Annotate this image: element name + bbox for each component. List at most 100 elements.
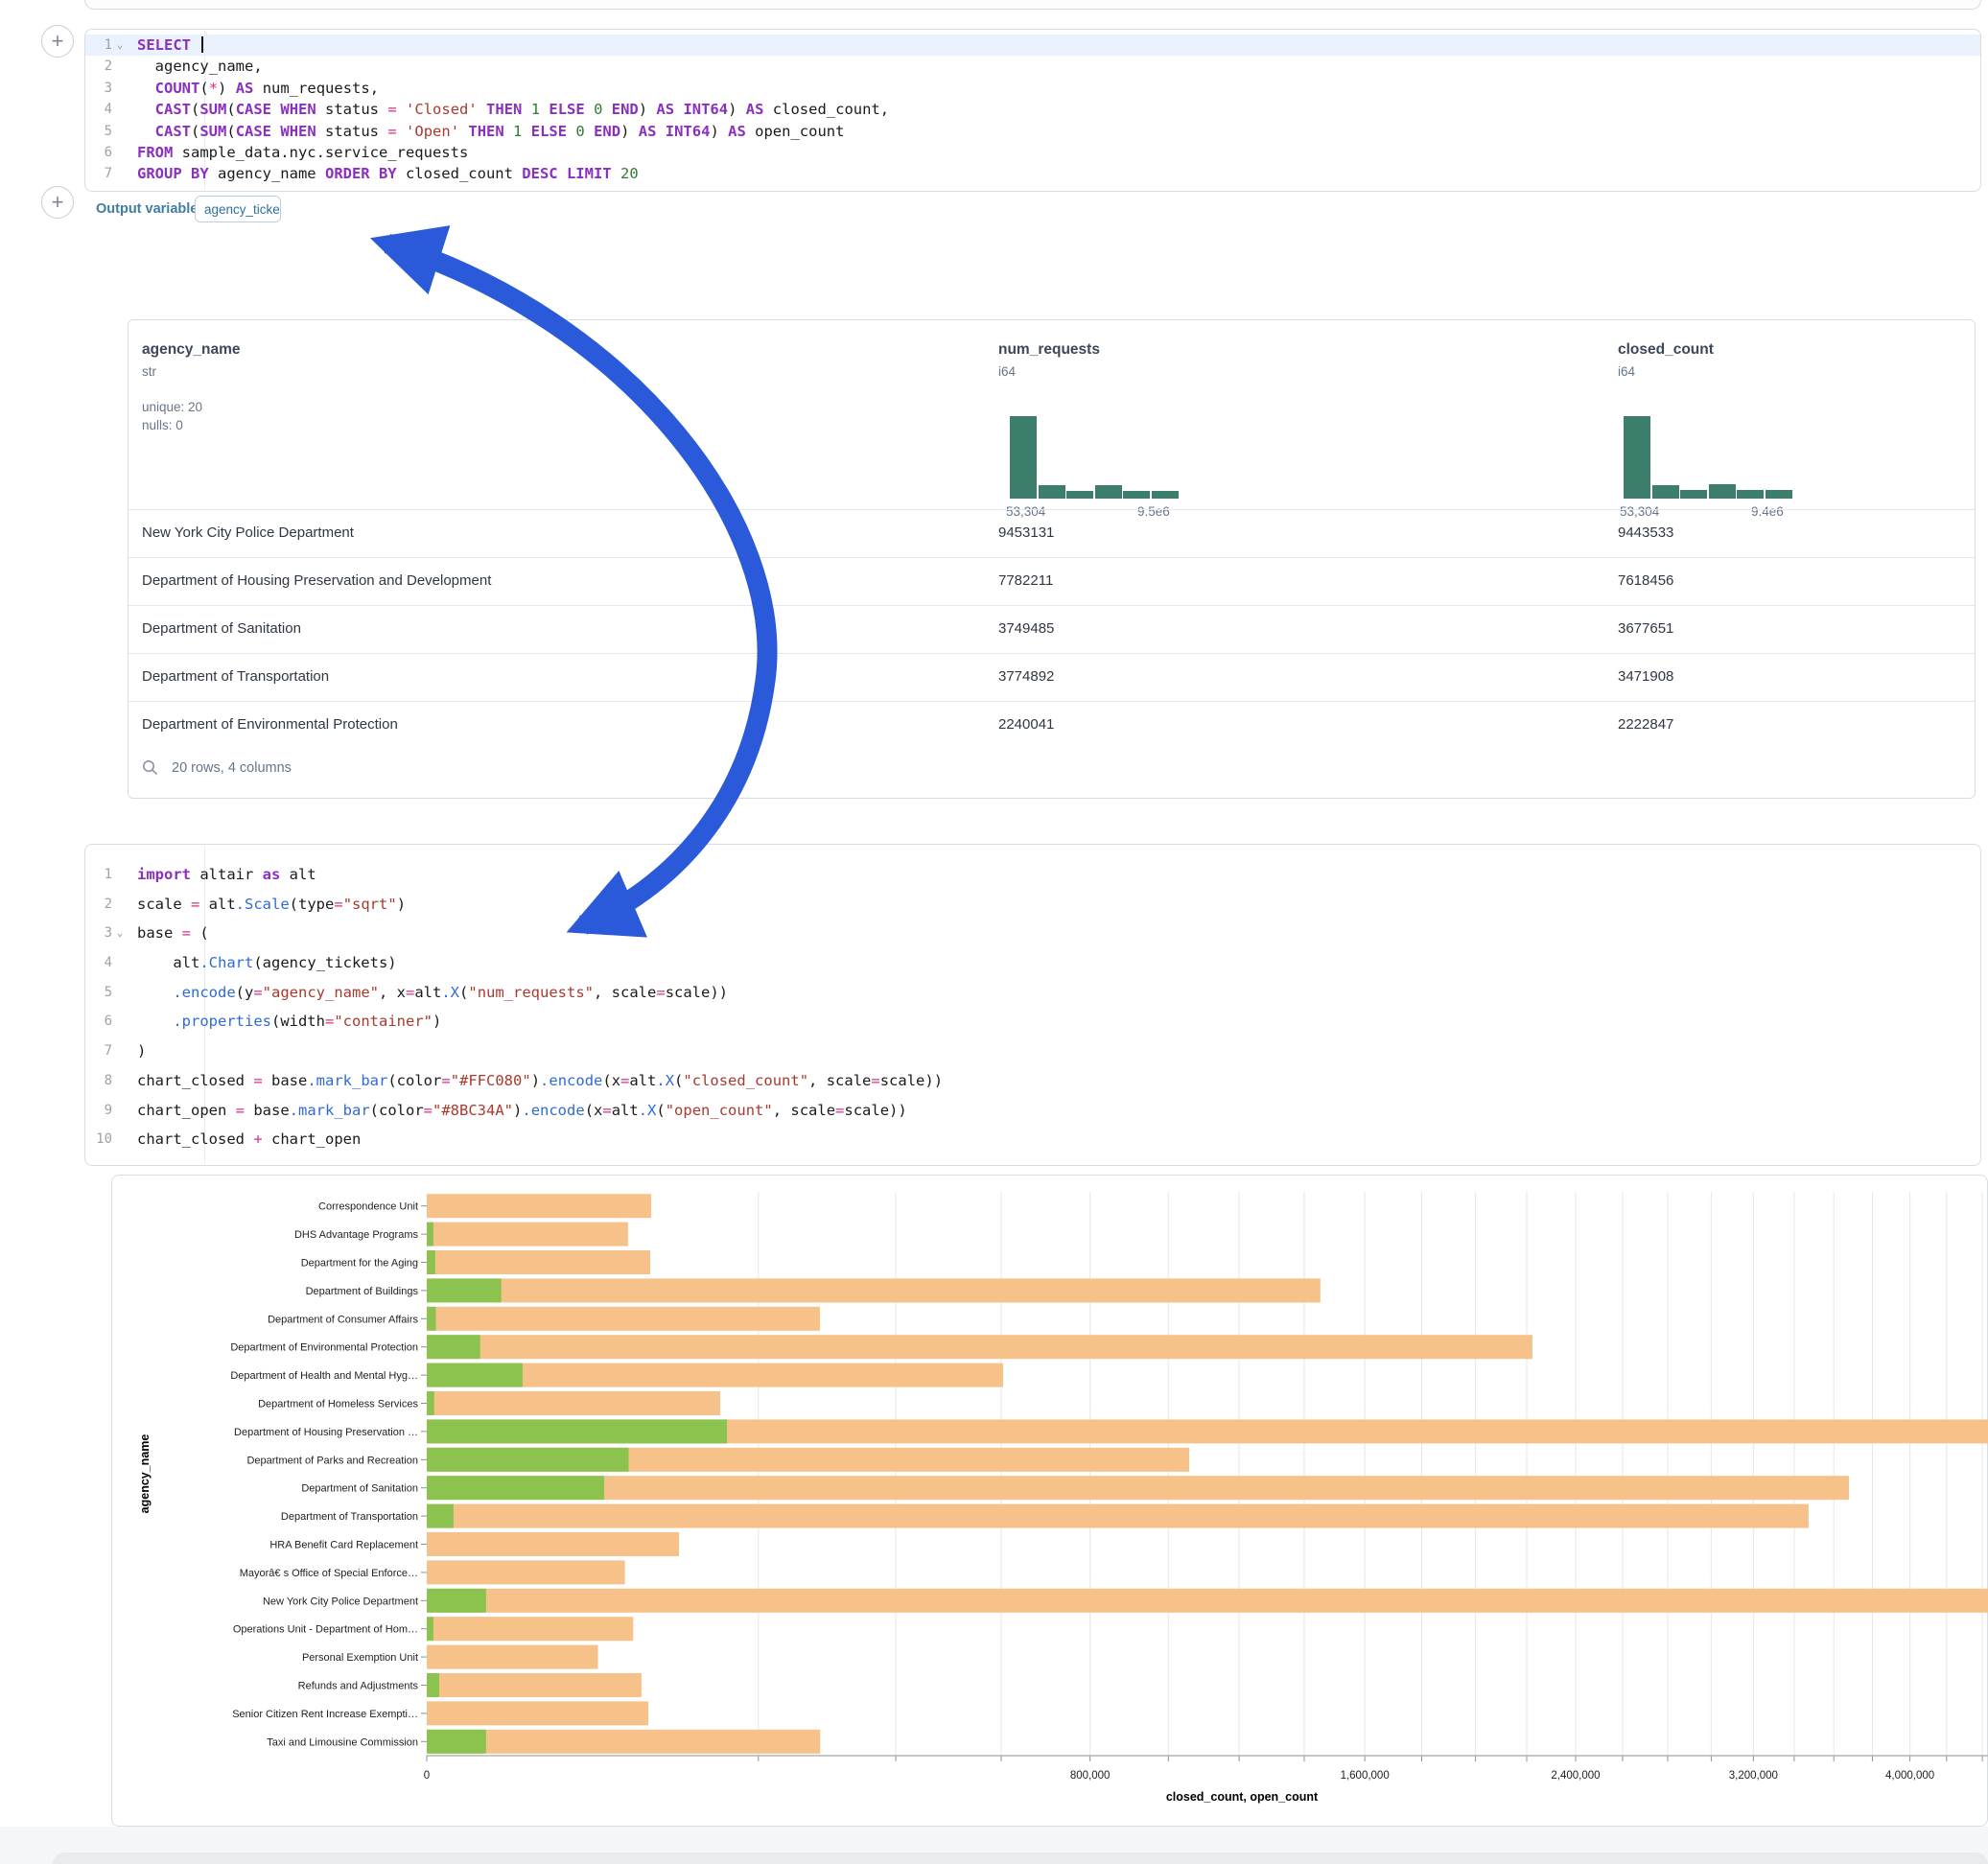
cell-agency-name: Department of Housing Preservation and D…: [142, 572, 491, 589]
code-text: COUNT(*) AS num_requests,: [128, 78, 1980, 99]
line-number: 7: [85, 1037, 112, 1066]
cell-agency-name: Department of Transportation: [142, 668, 329, 685]
code-text: GROUP BY agency_name ORDER BY closed_cou…: [128, 163, 1980, 184]
next-cell-edge: [53, 1852, 1988, 1864]
histogram-bar: [1766, 490, 1792, 499]
sql-line-1[interactable]: 1⌄SELECT: [85, 35, 1980, 56]
cell-closed-count: 9443533: [1618, 524, 1673, 541]
table-row: Department of Environmental Protection 22…: [129, 701, 1975, 749]
fold-spacer: [112, 860, 128, 890]
sql-line-4[interactable]: 4 CAST(SUM(CASE WHEN status = 'Closed' T…: [85, 99, 1980, 120]
column-type: str: [142, 364, 813, 379]
cell-closed-count: 2222847: [1618, 716, 1673, 733]
fold-spacer: [112, 1125, 128, 1154]
output-variable-label: Output variable:: [96, 201, 202, 217]
line-number: 3: [85, 919, 112, 948]
histogram-bar: [1737, 490, 1764, 499]
code-text: .properties(width="container"): [128, 1007, 1980, 1037]
cell-closed-count: 3677651: [1618, 620, 1673, 637]
output-variable-bar: Output variable: agency_tickets: [84, 192, 1981, 234]
table-footer: 20 rows, 4 columns: [142, 759, 292, 788]
fold-spacer: [112, 1096, 128, 1126]
python-line-9[interactable]: 9 chart_open = base.mark_bar(color="#8BC3…: [85, 1096, 1980, 1126]
cell-agency-name: New York City Police Department: [142, 524, 354, 541]
python-cell[interactable]: 1import altair as alt2scale = alt.Scale(…: [84, 844, 1981, 1166]
row-count-label: 20 rows, 4 columns: [172, 760, 292, 776]
python-line-7[interactable]: 7): [85, 1037, 1980, 1066]
fold-chevron-icon[interactable]: ⌄: [112, 35, 128, 56]
sql-line-7[interactable]: 7GROUP BY agency_name ORDER BY closed_co…: [85, 163, 1980, 184]
fold-spacer: [112, 163, 128, 184]
code-text: alt.Chart(agency_tickets): [128, 948, 1980, 978]
fold-spacer: [112, 56, 128, 77]
code-text: chart_closed + chart_open: [128, 1125, 1980, 1154]
histogram-bar: [1624, 416, 1650, 499]
python-line-4[interactable]: 4 alt.Chart(agency_tickets): [85, 948, 1980, 978]
code-text: agency_name,: [128, 56, 1980, 77]
table-rows: New York City Police Department 9453131 94…: [129, 509, 1975, 749]
sql-line-6[interactable]: 6 FROM sample_data.nyc.service_requests: [85, 142, 1980, 163]
code-text: SELECT: [128, 35, 1980, 56]
sql-line-2[interactable]: 2 agency_name,: [85, 56, 1980, 77]
line-number: 5: [85, 121, 112, 142]
add-cell-button-output[interactable]: +: [41, 186, 74, 219]
cell-num-requests: 9453131: [998, 524, 1054, 541]
cell-num-requests: 3774892: [998, 668, 1054, 685]
code-text: CAST(SUM(CASE WHEN status = 'Closed' THE…: [128, 99, 1980, 120]
code-text: .encode(y="agency_name", x=alt.X("num_re…: [128, 978, 1980, 1008]
code-text: CAST(SUM(CASE WHEN status = 'Open' THEN …: [128, 121, 1980, 142]
column-header-num-requests[interactable]: num_requests i64 53,304 9.5e6: [998, 320, 1382, 379]
cell-num-requests: 2240041: [998, 716, 1054, 733]
fold-spacer: [112, 121, 128, 142]
line-number: 5: [85, 978, 112, 1008]
python-line-8[interactable]: 8chart_closed = base.mark_bar(color="#FF…: [85, 1066, 1980, 1096]
python-line-10[interactable]: 10 chart_closed + chart_open: [85, 1125, 1980, 1154]
table-row: Department of Sanitation 3749485 3677651: [129, 605, 1975, 653]
python-line-2[interactable]: 2scale = alt.Scale(type="sqrt"): [85, 890, 1980, 920]
column-unique-stat: unique: 20: [142, 400, 813, 414]
fold-spacer: [112, 978, 128, 1008]
fold-spacer: [112, 78, 128, 99]
python-line-3[interactable]: 3⌄base = (: [85, 919, 1980, 948]
previous-cell-edge: [84, 0, 1981, 10]
cell-num-requests: 3749485: [998, 620, 1054, 637]
text-cursor: [201, 36, 203, 53]
closed-count-histogram: 53,304 9.4e6: [1624, 416, 1801, 499]
line-number: 8: [85, 1066, 112, 1096]
column-title: num_requests: [998, 341, 1382, 359]
sql-line-5[interactable]: 5 CAST(SUM(CASE WHEN status = 'Open' THE…: [85, 121, 1980, 142]
sql-line-3[interactable]: 3 COUNT(*) AS num_requests,: [85, 78, 1980, 99]
add-cell-button-top[interactable]: +: [41, 25, 74, 58]
line-number: 3: [85, 78, 112, 99]
column-header-agency-name[interactable]: agency_name str unique: 20 nulls: 0: [142, 320, 813, 432]
line-number: 2: [85, 56, 112, 77]
cell-num-requests: 7782211: [998, 572, 1053, 589]
fold-spacer: [112, 890, 128, 920]
python-line-1[interactable]: 1import altair as alt: [85, 860, 1980, 890]
code-text: ): [128, 1037, 1980, 1066]
cell-agency-name: Department of Sanitation: [142, 620, 301, 637]
python-line-5[interactable]: 5 .encode(y="agency_name", x=alt.X("num_…: [85, 978, 1980, 1008]
column-nulls-stat: nulls: 0: [142, 418, 813, 432]
histogram-bar: [1680, 490, 1707, 499]
code-text: chart_open = base.mark_bar(color="#8BC34…: [128, 1096, 1980, 1126]
fold-spacer: [112, 1007, 128, 1037]
line-number: 2: [85, 890, 112, 920]
sql-cell[interactable]: 1⌄SELECT 2 agency_name,3 COUNT(*) AS num…: [84, 29, 1981, 192]
column-title: agency_name: [142, 341, 813, 359]
line-number: 9: [85, 1096, 112, 1126]
code-text: FROM sample_data.nyc.service_requests: [128, 142, 1980, 163]
histogram-bar: [1066, 491, 1093, 499]
line-number: 10: [85, 1125, 112, 1154]
column-type: i64: [998, 364, 1382, 379]
cell-closed-count: 7618456: [1618, 572, 1673, 589]
output-variable-pill[interactable]: agency_tickets: [195, 196, 281, 222]
line-number: 6: [85, 142, 112, 163]
code-text: import altair as alt: [128, 860, 1980, 890]
column-header-closed-count[interactable]: closed_count i64 53,304 9.4e6: [1618, 320, 1982, 379]
fold-chevron-icon[interactable]: ⌄: [112, 919, 128, 948]
histogram-bar: [1039, 485, 1065, 499]
search-icon[interactable]: [142, 759, 158, 776]
python-line-6[interactable]: 6 .properties(width="container"): [85, 1007, 1980, 1037]
cell-agency-name: Department of Environmental Protection: [142, 716, 398, 733]
